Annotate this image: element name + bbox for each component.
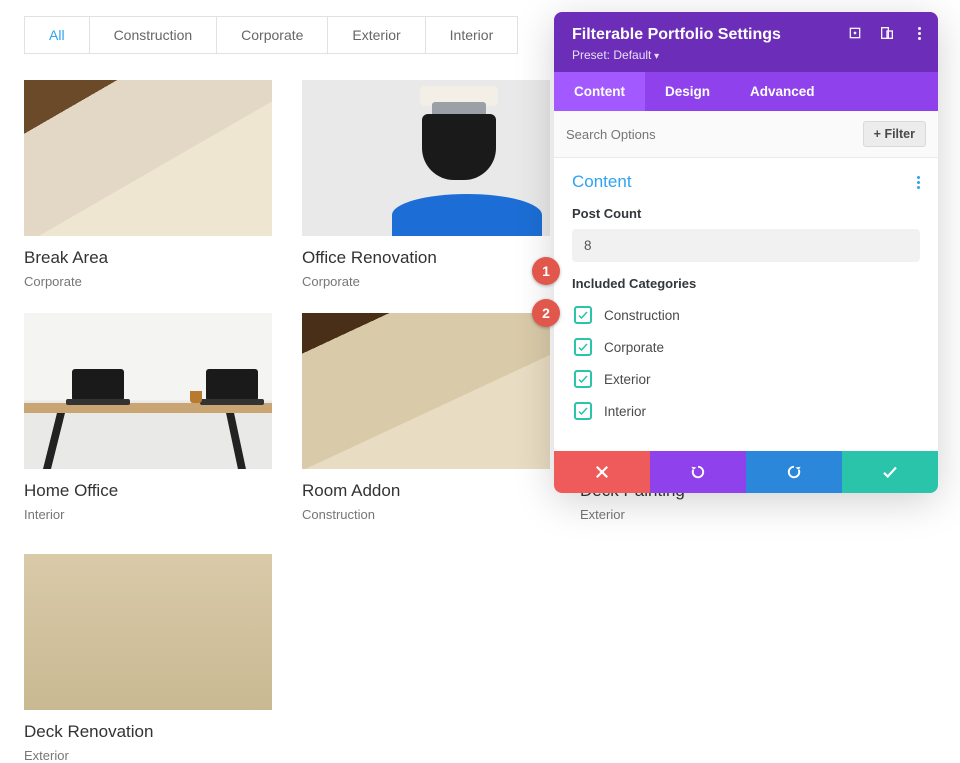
cancel-button[interactable]	[554, 451, 650, 493]
section-title[interactable]: Content	[572, 172, 632, 192]
responsive-icon[interactable]	[878, 24, 896, 42]
tab-content[interactable]: Content	[554, 72, 645, 111]
filter-tab-interior[interactable]: Interior	[426, 17, 518, 53]
panel-actions	[554, 451, 938, 493]
portfolio-filter-tabs: All Construction Corporate Exterior Inte…	[24, 16, 518, 54]
portfolio-category: Exterior	[580, 507, 828, 522]
checkbox-checked-icon[interactable]	[574, 370, 592, 388]
checkbox-checked-icon[interactable]	[574, 402, 592, 420]
portfolio-thumb	[302, 80, 550, 236]
preset-dropdown[interactable]: Preset: Default	[572, 48, 920, 62]
save-button[interactable]	[842, 451, 938, 493]
settings-panel: Filterable Portfolio Settings Preset: De…	[554, 12, 938, 493]
tab-design[interactable]: Design	[645, 72, 730, 111]
portfolio-card[interactable]: Deck Renovation Exterior	[24, 554, 272, 763]
filter-tab-corporate[interactable]: Corporate	[217, 17, 328, 53]
post-count-label: Post Count	[572, 206, 920, 221]
undo-icon	[689, 463, 707, 481]
portfolio-title: Room Addon	[302, 481, 550, 501]
checkbox-checked-icon[interactable]	[574, 306, 592, 324]
category-item[interactable]: Corporate	[572, 331, 920, 363]
annotation-2: 2	[532, 299, 560, 327]
filter-button[interactable]: Filter	[863, 121, 926, 147]
section-more-icon[interactable]	[917, 176, 920, 189]
portfolio-thumb	[24, 313, 272, 469]
undo-button[interactable]	[650, 451, 746, 493]
category-list: Construction Corporate Exterior Interior	[572, 299, 920, 427]
redo-icon	[785, 463, 803, 481]
category-label: Exterior	[604, 372, 651, 387]
search-options-input[interactable]	[566, 127, 863, 142]
checkbox-checked-icon[interactable]	[574, 338, 592, 356]
portfolio-title: Break Area	[24, 248, 272, 268]
search-row: Filter	[554, 111, 938, 158]
portfolio-category: Corporate	[302, 274, 550, 289]
portfolio-category: Interior	[24, 507, 272, 522]
portfolio-title: Home Office	[24, 481, 272, 501]
portfolio-title: Office Renovation	[302, 248, 550, 268]
portfolio-thumb	[302, 313, 550, 469]
portfolio-title: Deck Renovation	[24, 722, 272, 742]
category-label: Interior	[604, 404, 646, 419]
portfolio-category: Corporate	[24, 274, 272, 289]
portfolio-card[interactable]: Room Addon Construction	[302, 313, 550, 522]
portfolio-card[interactable]: Break Area Corporate	[24, 80, 272, 289]
portfolio-category: Construction	[302, 507, 550, 522]
redo-button[interactable]	[746, 451, 842, 493]
filter-tab-all[interactable]: All	[25, 17, 90, 53]
panel-header: Filterable Portfolio Settings Preset: De…	[554, 12, 938, 72]
filter-tab-construction[interactable]: Construction	[90, 17, 218, 53]
portfolio-thumb	[24, 80, 272, 236]
portfolio-card[interactable]: Office Renovation Corporate	[302, 80, 550, 289]
category-label: Construction	[604, 308, 680, 323]
post-count-input[interactable]	[572, 229, 920, 262]
category-item[interactable]: Construction	[572, 299, 920, 331]
tab-advanced[interactable]: Advanced	[730, 72, 835, 111]
panel-tabs: Content Design Advanced	[554, 72, 938, 111]
portfolio-category: Exterior	[24, 748, 272, 763]
expand-icon[interactable]	[846, 24, 864, 42]
more-icon[interactable]	[910, 24, 928, 42]
portfolio-thumb	[24, 554, 272, 710]
close-icon	[593, 463, 611, 481]
filter-tab-exterior[interactable]: Exterior	[328, 17, 425, 53]
check-icon	[881, 463, 899, 481]
annotation-1: 1	[532, 257, 560, 285]
included-categories-label: Included Categories	[572, 276, 920, 291]
category-item[interactable]: Exterior	[572, 363, 920, 395]
category-label: Corporate	[604, 340, 664, 355]
category-item[interactable]: Interior	[572, 395, 920, 427]
portfolio-card[interactable]: Home Office Interior	[24, 313, 272, 522]
